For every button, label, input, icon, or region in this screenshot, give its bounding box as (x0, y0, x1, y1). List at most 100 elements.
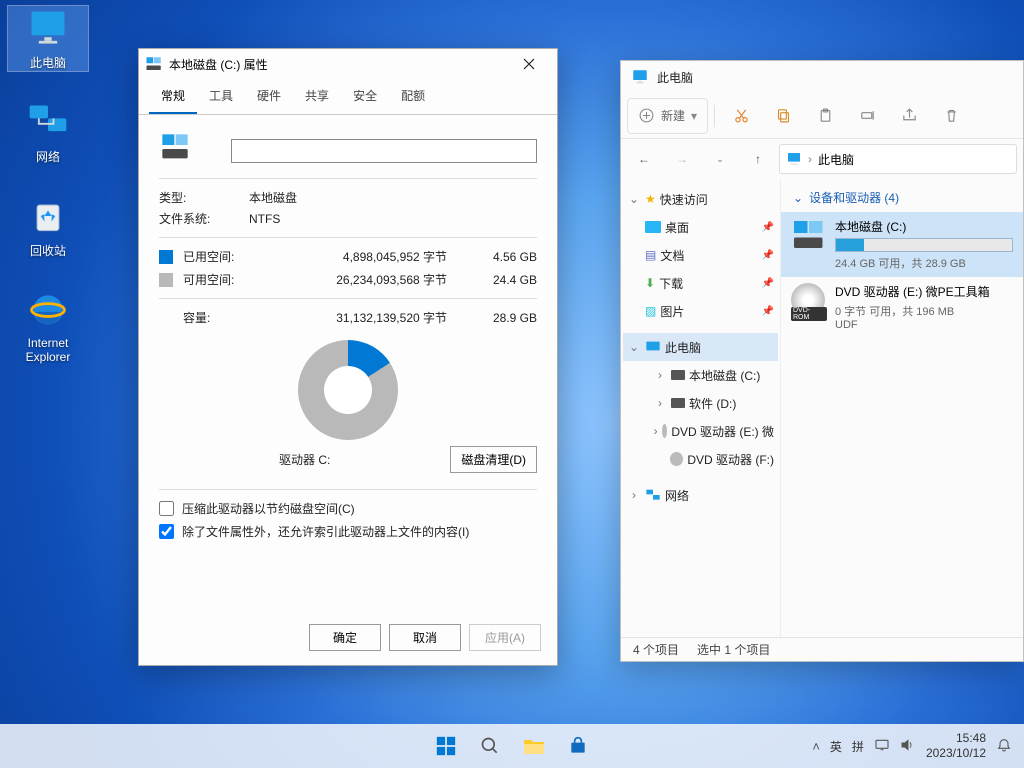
tree-network[interactable]: ›网络 (623, 481, 778, 509)
free-bytes: 26,234,093,568 字节 (263, 271, 467, 288)
volume-icon[interactable] (900, 738, 916, 755)
tab-hardware[interactable]: 硬件 (245, 79, 293, 114)
taskbar: ˄ 英 拼 15:48 2023/10/12 (0, 724, 1024, 768)
explorer-statusbar: 4 个项目 选中 1 个项目 (621, 637, 1023, 661)
nav-up-button[interactable]: ↑ (741, 144, 775, 174)
new-button[interactable]: 新建▾ (627, 98, 708, 134)
drive-icon (159, 133, 195, 165)
ime-mode[interactable]: 拼 (852, 738, 864, 755)
tree-quick-access[interactable]: ⌄★快速访问 (623, 185, 778, 213)
tab-general[interactable]: 常规 (149, 79, 197, 114)
rename-button[interactable] (847, 98, 887, 134)
nav-recent-button[interactable]: ⌄ (703, 144, 737, 174)
tab-security[interactable]: 安全 (341, 79, 389, 114)
close-button[interactable] (507, 50, 551, 78)
address-text: 此电脑 (818, 151, 854, 168)
tree-drive-d[interactable]: ›软件 (D:) (623, 389, 778, 417)
drive-name-input[interactable] (231, 139, 537, 163)
content-pane: ⌄设备和驱动器 (4) 本地磁盘 (C:) 24.4 GB 可用，共 28.9 … (781, 179, 1023, 637)
dialog-title: 本地磁盘 (C:) 属性 (169, 56, 268, 73)
filesystem-value: NTFS (249, 212, 280, 226)
filesystem-label: 文件系统: (159, 210, 249, 227)
network-icon[interactable] (874, 738, 890, 755)
tree-drive-f[interactable]: DVD 驱动器 (F:) (623, 445, 778, 473)
tab-tools[interactable]: 工具 (197, 79, 245, 114)
desktop-icon-ie[interactable]: Internet Explorer (8, 288, 88, 364)
drive-item-c[interactable]: 本地磁盘 (C:) 24.4 GB 可用，共 28.9 GB (781, 212, 1023, 277)
explorer-titlebar[interactable]: 此电脑 (621, 61, 1023, 93)
share-button[interactable] (889, 98, 929, 134)
explorer-window: 此电脑 新建▾ ← → ⌄ ↑ › 此电脑 ⌄★快速访问 桌面📌 ▤文档📌 ⬇下… (620, 60, 1024, 662)
desktop-icon-label: 网络 (8, 148, 88, 165)
tab-quota[interactable]: 配额 (389, 79, 437, 114)
cancel-button[interactable]: 取消 (389, 624, 461, 651)
nav-forward-button[interactable]: → (665, 144, 699, 174)
drive-name: 本地磁盘 (C:) (835, 218, 1013, 235)
group-devices-drives[interactable]: ⌄设备和驱动器 (4) (781, 183, 1023, 212)
tree-downloads[interactable]: ⬇下载📌 (623, 269, 778, 297)
free-swatch (159, 273, 173, 287)
notifications-icon[interactable] (996, 737, 1012, 756)
ok-button[interactable]: 确定 (309, 624, 381, 651)
paste-button[interactable] (805, 98, 845, 134)
compress-checkbox-row[interactable]: 压缩此驱动器以节约磁盘空间(C) (159, 500, 537, 517)
taskbar-clock[interactable]: 15:48 2023/10/12 (926, 731, 986, 761)
usage-pie-chart (298, 340, 398, 440)
address-bar[interactable]: › 此电脑 (779, 144, 1017, 174)
copy-button[interactable] (763, 98, 803, 134)
tree-pictures[interactable]: ▨图片📌 (623, 297, 778, 325)
desktop-icon-network[interactable]: 网络 (8, 100, 88, 165)
search-button[interactable] (470, 726, 510, 766)
ime-indicator[interactable]: 英 (830, 738, 842, 755)
desktop-icon-recycle[interactable]: 回收站 (8, 194, 88, 259)
index-checkbox-row[interactable]: 除了文件属性外，还允许索引此驱动器上文件的内容(I) (159, 523, 537, 540)
used-gb: 4.56 GB (467, 250, 537, 264)
nav-back-button[interactable]: ← (627, 144, 661, 174)
drive-fs: UDF (835, 319, 1013, 331)
type-label: 类型: (159, 189, 249, 206)
taskbar-store[interactable] (558, 726, 598, 766)
used-bytes: 4,898,045,952 字节 (263, 248, 467, 265)
drive-subtext: 24.4 GB 可用，共 28.9 GB (835, 255, 1013, 271)
drive-letter-label: 驱动器 C: (159, 451, 450, 468)
this-pc-icon (786, 151, 802, 167)
free-gb: 24.4 GB (467, 273, 537, 287)
compress-checkbox[interactable] (159, 501, 174, 516)
disk-cleanup-button[interactable]: 磁盘清理(D) (450, 446, 537, 473)
drive-icon (791, 218, 827, 254)
used-label: 已用空间: (183, 248, 263, 265)
dialog-titlebar[interactable]: 本地磁盘 (C:) 属性 (139, 49, 557, 79)
tab-strip: 常规 工具 硬件 共享 安全 配额 (139, 79, 557, 115)
explorer-navbar: ← → ⌄ ↑ › 此电脑 (621, 139, 1023, 179)
explorer-toolbar: 新建▾ (621, 93, 1023, 139)
capacity-gb: 28.9 GB (467, 311, 537, 325)
properties-dialog: 本地磁盘 (C:) 属性 常规 工具 硬件 共享 安全 配额 类型:本地磁盘 文… (138, 48, 558, 666)
drive-item-e[interactable]: DVD-ROM DVD 驱动器 (E:) 微PE工具箱 0 字节 可用，共 19… (781, 277, 1023, 337)
apply-button[interactable]: 应用(A) (469, 624, 541, 651)
explorer-title: 此电脑 (657, 69, 693, 86)
desktop-icon-label: 回收站 (8, 242, 88, 259)
taskbar-explorer[interactable] (514, 726, 554, 766)
desktop-icon-label: Internet Explorer (8, 336, 88, 364)
tree-desktop[interactable]: 桌面📌 (623, 213, 778, 241)
tab-sharing[interactable]: 共享 (293, 79, 341, 114)
drive-icon (145, 55, 163, 73)
cut-button[interactable] (721, 98, 761, 134)
start-button[interactable] (426, 726, 466, 766)
free-label: 可用空间: (183, 271, 263, 288)
capacity-label: 容量: (183, 309, 263, 326)
capacity-bytes: 31,132,139,520 字节 (263, 309, 467, 326)
tree-documents[interactable]: ▤文档📌 (623, 241, 778, 269)
delete-button[interactable] (931, 98, 971, 134)
status-item-count: 4 个项目 (633, 641, 679, 658)
nav-tree: ⌄★快速访问 桌面📌 ▤文档📌 ⬇下载📌 ▨图片📌 ⌄此电脑 ›本地磁盘 (C:… (621, 179, 781, 637)
drive-subtext: 0 字节 可用，共 196 MB (835, 303, 1013, 319)
tree-this-pc[interactable]: ⌄此电脑 (623, 333, 778, 361)
status-selection: 选中 1 个项目 (697, 641, 770, 658)
desktop-icon-this-pc[interactable]: 此电脑 (8, 6, 88, 71)
desktop-icon-label: 此电脑 (8, 54, 88, 71)
tree-drive-c[interactable]: ›本地磁盘 (C:) (623, 361, 778, 389)
index-checkbox[interactable] (159, 524, 174, 539)
tree-drive-e[interactable]: ›DVD 驱动器 (E:) 微 (623, 417, 778, 445)
tray-chevron-icon[interactable]: ˄ (812, 739, 820, 754)
